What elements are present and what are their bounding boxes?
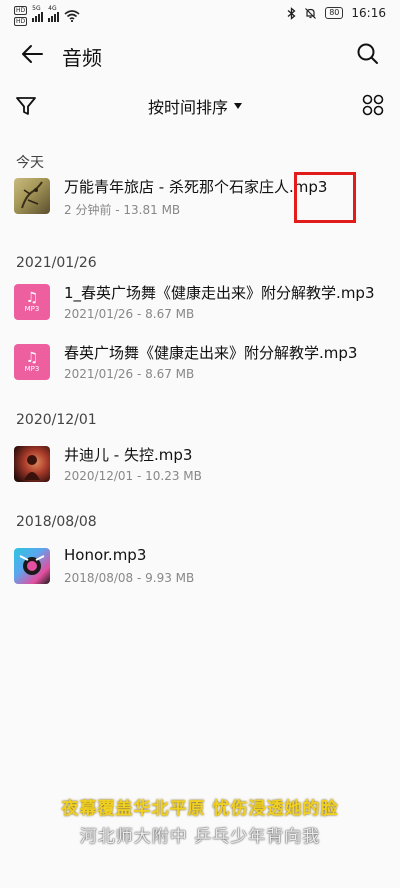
- album-art-image: [21, 181, 43, 209]
- battery-icon: 80: [325, 7, 344, 19]
- arrow-left-icon: [22, 45, 43, 63]
- mp3-icon-label: MP3: [24, 365, 40, 373]
- file-meta: 2021/01/26 - 8.67 MB: [64, 307, 195, 321]
- file-meta: 2020/12/01 - 10.23 MB: [64, 469, 202, 483]
- status-bar: HD HD 5G 4G 80 16:16: [0, 0, 400, 30]
- network-2-label: 4G: [48, 5, 57, 12]
- file-name: 1_春英广场舞《健康走出来》附分解教学.mp3: [64, 284, 375, 302]
- mp3-file-icon: ♫ MP3: [14, 344, 50, 380]
- music-note-icon: ♫: [25, 290, 39, 306]
- mute-bell-icon: [305, 7, 317, 19]
- sim1-label: HD: [14, 6, 28, 15]
- file-meta: 2018/08/08 - 9.93 MB: [64, 571, 195, 585]
- file-meta: 2021/01/26 - 8.67 MB: [64, 367, 195, 381]
- sort-bar: 按时间排序: [0, 84, 400, 128]
- grid-view-button[interactable]: [362, 94, 384, 116]
- album-art-thumbnail: [14, 178, 50, 214]
- list-item[interactable]: ♫ MP3 春英广场舞《健康走出来》附分解教学.mp3 2021/01/26 -…: [0, 332, 400, 392]
- subtitle-line-2: 河北师大附中 乒乓少年背向我: [79, 827, 321, 847]
- sim2-label: HD: [14, 17, 28, 26]
- search-button[interactable]: [354, 40, 382, 68]
- search-icon: [357, 43, 378, 64]
- status-left: HD HD 5G 4G: [14, 5, 80, 26]
- file-name: 春英广场舞《健康走出来》附分解教学.mp3: [64, 344, 358, 362]
- subtitle-line-1: 夜幕覆盖华北平原 忧伤浸透她的脸: [61, 799, 339, 819]
- section-header-2018-08-08: 2018/08/08: [16, 514, 97, 530]
- file-meta: 2 分钟前 - 13.81 MB: [64, 203, 181, 217]
- filter-button[interactable]: [14, 94, 38, 118]
- status-right: 80 16:16: [287, 6, 386, 20]
- file-name: 井迪儿 - 失控.mp3: [64, 446, 193, 464]
- caret-down-icon: [234, 103, 243, 109]
- file-name: Honor.mp3: [64, 546, 147, 564]
- file-name: 万能青年旅店 - 杀死那个石家庄人.mp3: [64, 178, 328, 196]
- list-item[interactable]: ♫ MP3 1_春英广场舞《健康走出来》附分解教学.mp3 2021/01/26…: [0, 272, 400, 332]
- signal-1-icon: 5G: [32, 5, 44, 22]
- bluetooth-icon: [287, 6, 296, 20]
- wifi-icon: [64, 10, 80, 22]
- album-art-image: [24, 455, 40, 480]
- list-item[interactable]: Honor.mp3 2018/08/08 - 9.93 MB: [0, 536, 400, 596]
- network-1-label: 5G: [32, 5, 41, 12]
- back-button[interactable]: [18, 40, 50, 68]
- clock: 16:16: [351, 6, 386, 20]
- mp3-file-icon: ♫ MP3: [14, 284, 50, 320]
- sort-label: 按时间排序: [148, 98, 229, 117]
- music-note-icon: ♫: [25, 350, 39, 366]
- section-header-2020-12-01: 2020/12/01: [16, 412, 97, 428]
- app-bar: 音频: [0, 30, 400, 78]
- album-art-image: [19, 555, 45, 575]
- album-art-thumbnail: [14, 548, 50, 584]
- mp3-icon-label: MP3: [24, 305, 40, 313]
- page-title: 音频: [62, 46, 102, 70]
- album-art-thumbnail: [14, 446, 50, 482]
- sort-dropdown[interactable]: 按时间排序: [148, 94, 243, 118]
- highlight-annotation-box: [294, 172, 356, 223]
- signal-2-icon: 4G: [48, 5, 60, 22]
- sim-indicators: HD HD: [14, 6, 28, 26]
- filter-icon: [16, 97, 36, 115]
- list-item[interactable]: 井迪儿 - 失控.mp3 2020/12/01 - 10.23 MB: [0, 434, 400, 494]
- grid-icon: [362, 94, 384, 116]
- section-header-2021-01-26: 2021/01/26: [16, 255, 97, 271]
